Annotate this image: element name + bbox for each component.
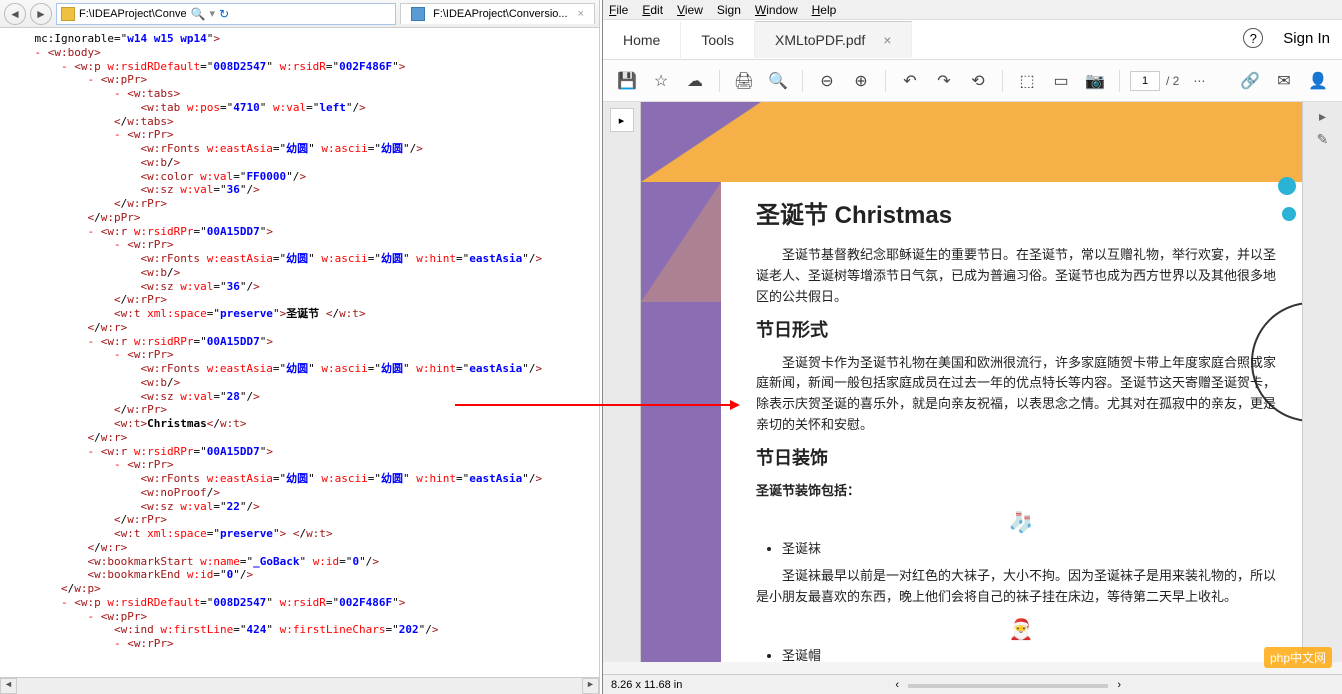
- snapshot-icon[interactable]: 📷: [1081, 67, 1109, 95]
- sign-in-link[interactable]: Sign In: [1283, 30, 1330, 47]
- ie-window: ◄ ► F:\IDEAProject\Conve 🔍 ▾ ↻ F:\IDEAPr…: [0, 0, 600, 694]
- subheading: 圣诞节装饰包括：: [756, 481, 1286, 502]
- document-tabs: Home Tools XMLtoPDF.pdf × ? Sign In: [603, 20, 1342, 60]
- cloud-icon[interactable]: ☁: [681, 67, 709, 95]
- side-decoration: [641, 182, 721, 662]
- heading: 节日形式: [756, 316, 1286, 345]
- search-icon[interactable]: 🔍: [191, 7, 206, 21]
- email-icon[interactable]: ✉: [1270, 67, 1298, 95]
- document-area: ▸ 圣诞节 Christmas 圣诞节基督教纪念耶稣诞生的重要节日。在圣诞节，常…: [603, 102, 1342, 662]
- panel-tool-icon[interactable]: ✎: [1317, 131, 1329, 148]
- address-bar[interactable]: F:\IDEAProject\Conve 🔍 ▾ ↻: [56, 3, 396, 25]
- pdf-page: 圣诞节 Christmas 圣诞节基督教纪念耶稣诞生的重要节日。在圣诞节，常以互…: [641, 102, 1302, 662]
- page-content: 圣诞节 Christmas 圣诞节基督教纪念耶稣诞生的重要节日。在圣诞节，常以互…: [741, 182, 1302, 662]
- menu-window[interactable]: Window: [755, 3, 798, 17]
- undo-icon[interactable]: ↶: [896, 67, 924, 95]
- forward-button[interactable]: ►: [30, 3, 52, 25]
- watermark: php中文网: [1264, 647, 1332, 668]
- status-bar: 8.26 x 11.68 in ‹ ›: [603, 674, 1342, 694]
- tab-title: F:\IDEAProject\Conversio...: [433, 8, 568, 20]
- ie-logo-icon: [411, 7, 425, 21]
- hat-icon: 🎅: [1009, 614, 1034, 646]
- search-icon[interactable]: 🔍: [764, 67, 792, 95]
- scroll-left-icon[interactable]: ◄: [0, 678, 17, 694]
- panel-collapse-icon[interactable]: ▸: [1319, 108, 1326, 125]
- ie-titlebar: ◄ ► F:\IDEAProject\Conve 🔍 ▾ ↻ F:\IDEAPr…: [0, 0, 599, 28]
- menu-bar: File Edit View Sign Window Help: [603, 0, 1342, 20]
- menu-view[interactable]: View: [677, 3, 703, 17]
- menu-sign[interactable]: Sign: [717, 3, 741, 17]
- right-panel: ▸ ✎: [1302, 102, 1342, 662]
- address-text: F:\IDEAProject\Conve: [79, 8, 187, 20]
- doc-title: 圣诞节 Christmas: [756, 197, 1286, 235]
- zoom-in-icon[interactable]: ⊕: [847, 67, 875, 95]
- fit-width-icon[interactable]: ⬚: [1013, 67, 1041, 95]
- horizontal-scrollbar[interactable]: ◄ ►: [0, 677, 599, 694]
- page-input[interactable]: [1130, 71, 1160, 91]
- sock-icon: 🧦: [1009, 507, 1034, 539]
- panel-toggle-icon[interactable]: ▸: [610, 108, 634, 132]
- menu-help[interactable]: Help: [812, 3, 837, 17]
- paragraph: 圣诞袜最早以前是一对红色的大袜子，大小不拘。因为圣诞袜子是用来装礼物的，所以是小…: [756, 566, 1286, 608]
- list-item: 圣诞袜: [782, 539, 1286, 560]
- acrobat-window: File Edit View Sign Window Help Home Too…: [602, 0, 1342, 694]
- close-icon[interactable]: ×: [883, 32, 891, 48]
- xml-source-view[interactable]: mc:Ignorable="w14 w15 wp14"> - <w:body> …: [0, 28, 599, 648]
- paragraph: 圣诞节基督教纪念耶稣诞生的重要节日。在圣诞节，常以互赠礼物，举行欢宴，并以圣诞老…: [756, 245, 1286, 307]
- save-icon[interactable]: 💾: [613, 67, 641, 95]
- left-panel: ▸: [603, 102, 641, 662]
- page-viewport[interactable]: 圣诞节 Christmas 圣诞节基督教纪念耶稣诞生的重要节日。在圣诞节，常以互…: [641, 102, 1302, 662]
- tab-home[interactable]: Home: [603, 22, 681, 58]
- paragraph: 圣诞贺卡作为圣诞节礼物在美国和欧洲很流行，许多家庭随贺卡带上年度家庭合照或家庭新…: [756, 353, 1286, 436]
- help-icon[interactable]: ?: [1243, 28, 1263, 48]
- redo-icon[interactable]: ↷: [930, 67, 958, 95]
- menu-edit[interactable]: Edit: [642, 3, 663, 17]
- tab-tools[interactable]: Tools: [681, 22, 755, 58]
- list-item: 圣诞帽: [782, 646, 1286, 662]
- back-button[interactable]: ◄: [4, 3, 26, 25]
- menu-file[interactable]: File: [609, 3, 628, 17]
- refresh-icon[interactable]: ↻: [219, 7, 229, 21]
- tab-document[interactable]: XMLtoPDF.pdf ×: [755, 21, 912, 58]
- page-total: / 2: [1166, 74, 1179, 88]
- browser-tab[interactable]: F:\IDEAProject\Conversio... ×: [400, 3, 595, 24]
- page-dimensions: 8.26 x 11.68 in: [611, 679, 682, 691]
- tab-document-label: XMLtoPDF.pdf: [775, 32, 865, 48]
- more-icon[interactable]: ⋯: [1185, 67, 1213, 95]
- star-icon[interactable]: ☆: [647, 67, 675, 95]
- account-icon[interactable]: 👤: [1304, 67, 1332, 95]
- annotation-arrow: [455, 404, 735, 406]
- link-icon[interactable]: 🔗: [1236, 67, 1264, 95]
- print-icon[interactable]: 🖨: [730, 67, 758, 95]
- fit-page-icon[interactable]: ▭: [1047, 67, 1075, 95]
- rotate-icon[interactable]: ⟲: [964, 67, 992, 95]
- zoom-out-icon[interactable]: ⊖: [813, 67, 841, 95]
- page-icon: [61, 7, 75, 21]
- toolbar: 💾 ☆ ☁ 🖨 🔍 ⊖ ⊕ ↶ ↷ ⟲ ⬚ ▭ 📷 / 2 ⋯ 🔗 ✉ 👤: [603, 60, 1342, 102]
- header-decoration: [641, 102, 1302, 182]
- scroll-right-icon[interactable]: ►: [582, 678, 599, 694]
- heading: 节日装饰: [756, 444, 1286, 473]
